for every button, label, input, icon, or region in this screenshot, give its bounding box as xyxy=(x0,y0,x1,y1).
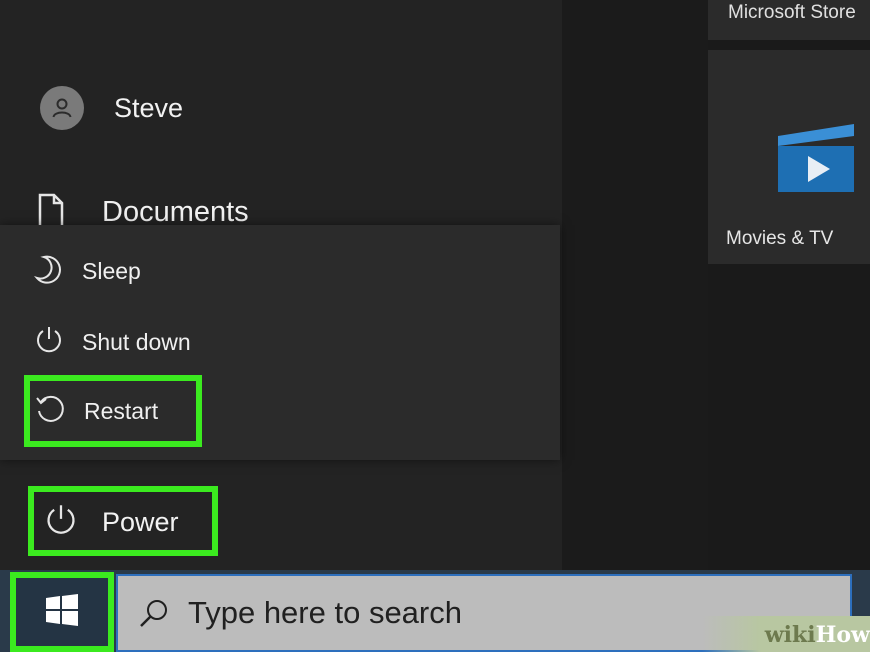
search-icon xyxy=(138,597,170,629)
user-name: Steve xyxy=(114,92,184,123)
documents-label: Documents xyxy=(102,195,249,228)
restart-highlight-box xyxy=(24,375,202,447)
sleep-menu-item[interactable]: Sleep xyxy=(33,249,141,293)
wikihow-watermark: wikiHow xyxy=(765,622,870,648)
movies-tv-label: Movies & TV xyxy=(726,228,834,249)
user-account-item[interactable]: Steve xyxy=(40,84,183,132)
power-highlight-box xyxy=(28,486,218,556)
microsoft-store-label: Microsoft Store xyxy=(728,2,856,23)
watermark-how: How xyxy=(815,622,870,648)
start-highlight-box xyxy=(10,572,114,652)
moon-icon xyxy=(33,254,64,289)
sleep-label: Sleep xyxy=(82,257,141,284)
power-icon xyxy=(34,325,64,360)
watermark-wiki: wiki xyxy=(764,622,816,648)
shut-down-menu-item[interactable]: Shut down xyxy=(34,320,191,364)
movies-tv-icon xyxy=(774,118,856,199)
search-placeholder: Type here to search xyxy=(188,595,462,630)
user-avatar-icon xyxy=(40,86,84,130)
start-menu-gap xyxy=(562,0,708,570)
shut-down-label: Shut down xyxy=(82,328,191,355)
